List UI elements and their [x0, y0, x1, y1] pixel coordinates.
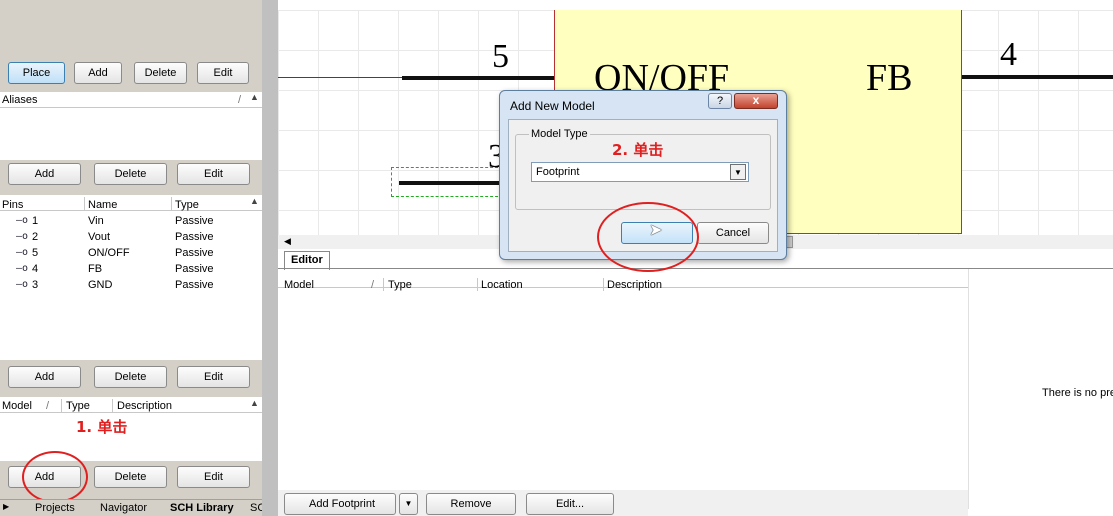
sort-indicator: /: [46, 400, 50, 412]
table-row[interactable]: –o 5 ON/OFF Passive: [0, 246, 240, 262]
pin-type: Passive: [175, 279, 214, 291]
panel-tabs: ▶ Projects Navigator SCH Library SCH: [0, 499, 262, 516]
highlight-circle: [597, 202, 699, 272]
alias-add-button[interactable]: Add: [74, 62, 122, 84]
scroll-up-icon[interactable]: ▲: [250, 92, 259, 102]
pin-3-line: [399, 181, 503, 185]
annotation-step-1: 1. 单击: [76, 418, 128, 436]
wire: [278, 77, 403, 78]
table-row[interactable]: –o 4 FB Passive: [0, 262, 240, 278]
sort-indicator: /: [371, 279, 375, 291]
tab-sch-library[interactable]: SCH Library: [170, 502, 234, 514]
col-location[interactable]: Location: [481, 278, 523, 293]
left-panel: Place Add Delete Edit Aliases / ▲ Add De…: [0, 0, 262, 516]
pin-5-line: [402, 76, 555, 80]
pin-type: Passive: [175, 215, 214, 227]
pin-delete-button[interactable]: Delete: [94, 163, 167, 185]
tab-navigator[interactable]: Navigator: [100, 502, 147, 514]
fb-label: FB: [866, 57, 913, 99]
scroll-up-icon[interactable]: ▲: [250, 398, 259, 408]
add-footprint-label: Add Footprint: [309, 498, 376, 510]
delete-model-button[interactable]: Delete: [94, 466, 167, 488]
preview-pane: There is no pre: [968, 269, 1113, 509]
pin-number: 5: [32, 247, 39, 259]
model-add-button[interactable]: Add: [8, 366, 81, 388]
remove-button[interactable]: Remove: [426, 493, 516, 515]
pin-type: Passive: [175, 231, 214, 243]
aliases-header[interactable]: Aliases: [2, 93, 37, 108]
models-col-description[interactable]: Description: [117, 399, 172, 414]
table-row[interactable]: –o 3 GND Passive: [0, 278, 240, 294]
model-type-label: Model Type: [529, 128, 590, 140]
editor-toolbar: Add Footprint ▼ Remove Edit...: [278, 490, 968, 516]
tab-scroll-icon[interactable]: ▶: [3, 502, 9, 511]
pin-5-number: 5: [492, 38, 509, 75]
pin-number: 3: [32, 279, 39, 291]
place-button[interactable]: Place: [8, 62, 65, 84]
highlight-circle: [22, 451, 88, 503]
alias-delete-button[interactable]: Delete: [134, 62, 187, 84]
col-description[interactable]: Description: [607, 278, 662, 293]
alias-edit-button[interactable]: Edit: [197, 62, 249, 84]
dialog-title: Add New Model: [510, 99, 595, 113]
pin-icon: –o: [16, 279, 29, 290]
pin-name: GND: [88, 279, 113, 291]
pin-icon: –o: [16, 263, 29, 274]
pin-icon: –o: [16, 231, 29, 242]
annotation-step-2: 2. 单击: [612, 141, 664, 159]
pin-4-number: 4: [1000, 36, 1017, 73]
help-icon: ?: [716, 95, 724, 107]
close-button[interactable]: x: [734, 93, 778, 109]
model-delete-button[interactable]: Delete: [94, 366, 167, 388]
scroll-up-icon[interactable]: ▲: [250, 196, 259, 206]
pin-name: Vout: [88, 231, 111, 243]
chevron-down-icon[interactable]: ▼: [730, 164, 746, 180]
help-button[interactable]: ?: [708, 93, 732, 109]
table-row[interactable]: –o 1 Vin Passive: [0, 214, 240, 230]
pin-name: Vin: [88, 215, 104, 227]
close-icon: x: [752, 93, 760, 107]
pin-name: ON/OFF: [88, 247, 130, 259]
pin-icon: –o: [16, 215, 29, 226]
col-type[interactable]: Type: [388, 278, 412, 293]
preview-message: There is no pre: [1042, 387, 1113, 399]
scroll-left-icon[interactable]: ◀: [284, 236, 291, 247]
pin-number: 1: [32, 215, 39, 227]
models-list[interactable]: Model / Type Description ▲ 1. 单击: [0, 397, 262, 461]
aliases-list[interactable]: Aliases / ▲: [0, 92, 262, 160]
models-col-model[interactable]: Model: [2, 399, 32, 414]
add-footprint-button[interactable]: Add Footprint: [284, 493, 396, 515]
tab-projects[interactable]: Projects: [35, 502, 75, 514]
models-col-type[interactable]: Type: [66, 399, 90, 414]
pin-icon: –o: [16, 247, 29, 258]
editor-table[interactable]: Model / Type Location Description: [278, 272, 968, 490]
model-type-select[interactable]: Footprint ▼: [531, 162, 749, 182]
pin-add-button[interactable]: Add: [8, 163, 81, 185]
pin-type: Passive: [175, 247, 214, 259]
pin-number: 2: [32, 231, 39, 243]
pins-col-pins[interactable]: Pins: [2, 198, 23, 213]
table-row[interactable]: –o 2 Vout Passive: [0, 230, 240, 246]
model-edit-button[interactable]: Edit: [177, 366, 250, 388]
col-model[interactable]: Model: [284, 278, 314, 293]
pin-4-line: [962, 75, 1113, 79]
pins-list[interactable]: Pins Name Type ▲ –o 1 Vin Passive –o 2 V…: [0, 195, 262, 360]
cancel-button[interactable]: Cancel: [697, 222, 769, 244]
model-type-value: Footprint: [536, 166, 580, 178]
edit-button[interactable]: Edit...: [526, 493, 614, 515]
panel-splitter[interactable]: [262, 0, 278, 516]
pin-type: Passive: [175, 263, 214, 275]
add-footprint-dropdown[interactable]: ▼: [399, 493, 418, 515]
pin-number: 4: [32, 263, 39, 275]
edit-model-button[interactable]: Edit: [177, 466, 250, 488]
pin-edit-button[interactable]: Edit: [177, 163, 250, 185]
pins-col-type[interactable]: Type: [175, 198, 199, 213]
sort-indicator: /: [238, 94, 242, 106]
pin-name: FB: [88, 263, 103, 275]
tab-sch[interactable]: SCH: [250, 502, 262, 514]
pins-col-name[interactable]: Name: [88, 198, 117, 213]
